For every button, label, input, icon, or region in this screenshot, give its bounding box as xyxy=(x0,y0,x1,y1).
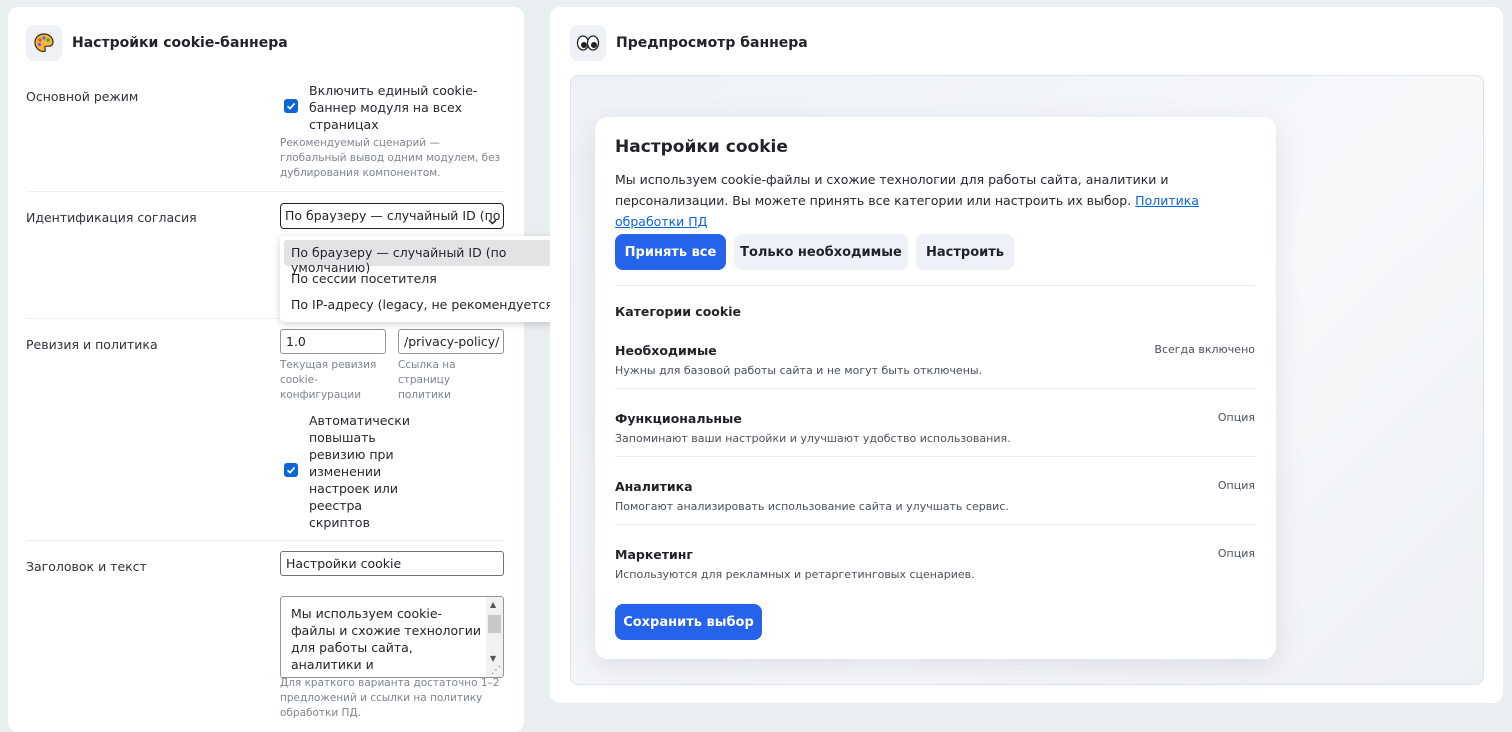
resize-handle-icon[interactable]: ⋰ xyxy=(491,665,501,676)
settings-title: Настройки cookie-баннера xyxy=(72,35,288,51)
main-mode-checkbox-label[interactable]: Включить единый cookie-баннер модуля на … xyxy=(309,82,494,133)
category-desc: Запоминают ваши настройки и улучшают удо… xyxy=(615,432,1011,445)
category-necessary: Необходимые Нужны для базовой работы сай… xyxy=(615,343,1255,403)
divider xyxy=(615,285,1255,286)
category-status[interactable]: Опция xyxy=(1218,479,1255,492)
preview-panel: Предпросмотр баннера Настройки cookie Мы… xyxy=(550,7,1503,703)
revision-label: Ревизия и политика xyxy=(26,337,158,352)
settings-panel: Настройки cookie-баннера Основной режим … xyxy=(8,7,595,732)
scroll-up-icon[interactable]: ▲ xyxy=(490,600,496,609)
configure-button[interactable]: Настроить xyxy=(916,234,1014,270)
consent-id-selected-value: По браузеру — случайный ID (по умолчанию… xyxy=(285,208,503,223)
consent-id-dropdown: По браузеру — случайный ID (по умолчанию… xyxy=(280,236,595,322)
divider xyxy=(26,540,504,541)
dropdown-option-ip[interactable]: По IP-адресу (legacy, не рекомендуется) xyxy=(284,292,591,318)
category-desc: Нужны для базовой работы сайта и не могу… xyxy=(615,364,983,377)
chevron-down-icon xyxy=(488,213,497,228)
banner-title: Настройки cookie xyxy=(615,137,788,157)
consent-id-label: Идентификация согласия xyxy=(26,210,197,225)
dropdown-option-browser[interactable]: По браузеру — случайный ID (по умолчанию… xyxy=(284,240,591,275)
revision-input[interactable]: 1.0 xyxy=(280,329,386,354)
save-choice-button[interactable]: Сохранить выбор xyxy=(615,604,762,640)
policy-url-hint: Ссылка на страницу политики xyxy=(398,359,456,401)
necessary-only-button[interactable]: Только необходимые xyxy=(734,234,908,270)
settings-header: Настройки cookie-баннера xyxy=(26,25,288,61)
policy-url-input[interactable]: /privacy-policy/ xyxy=(398,329,504,354)
category-desc: Используются для рекламных и ретаргетинг… xyxy=(615,568,975,581)
divider xyxy=(615,388,1255,389)
heading-text-hint: Для краткого варианта достаточно 1–2 пре… xyxy=(280,677,500,719)
category-status[interactable]: Опция xyxy=(1218,547,1255,560)
divider xyxy=(615,524,1255,525)
main-mode-checkbox[interactable] xyxy=(284,99,298,113)
banner-text-value: Мы используем cookie-файлы и схожие техн… xyxy=(291,606,482,677)
category-marketing: Маркетинг Используются для рекламных и р… xyxy=(615,547,1255,607)
category-name: Аналитика xyxy=(615,479,693,494)
revision-hint: Текущая ревизия cookie-конфигурации xyxy=(280,359,377,401)
main-mode-label: Основной режим xyxy=(26,89,139,104)
category-functional: Функциональные Запоминают ваши настройки… xyxy=(615,411,1255,471)
consent-id-select[interactable]: По браузеру — случайный ID (по умолчанию… xyxy=(280,203,504,229)
category-status[interactable]: Опция xyxy=(1218,411,1255,424)
banner-title-input[interactable]: Настройки cookie xyxy=(280,551,504,576)
category-analytics: Аналитика Помогают анализировать использ… xyxy=(615,479,1255,539)
palette-icon xyxy=(26,25,62,61)
preview-header: Предпросмотр баннера xyxy=(570,25,808,61)
divider xyxy=(615,456,1255,457)
cookie-banner: Настройки cookie Мы используем cookie-фа… xyxy=(595,117,1276,659)
eyes-icon xyxy=(570,25,606,61)
banner-text-textarea[interactable]: Мы используем cookie-файлы и схожие техн… xyxy=(280,596,504,678)
divider xyxy=(26,191,504,192)
category-desc: Помогают анализировать использование сай… xyxy=(615,500,1009,513)
category-name: Функциональные xyxy=(615,411,742,426)
auto-revision-checkbox[interactable] xyxy=(284,463,298,477)
auto-revision-checkbox-label[interactable]: Автоматически повышать ревизию при измен… xyxy=(309,412,410,531)
category-name: Необходимые xyxy=(615,343,717,358)
preview-title: Предпросмотр баннера xyxy=(616,35,808,51)
banner-text-content: Мы используем cookie-файлы и схожие техн… xyxy=(615,172,1169,208)
category-status: Всегда включено xyxy=(1154,343,1255,356)
main-mode-hint: Рекомендуемый сценарий — глобальный выво… xyxy=(280,137,501,179)
scroll-down-icon[interactable]: ▼ xyxy=(490,654,496,663)
category-name: Маркетинг xyxy=(615,547,693,562)
scrollbar-thumb[interactable] xyxy=(488,615,501,633)
banner-text: Мы используем cookie-файлы и схожие техн… xyxy=(615,169,1255,232)
heading-text-label: Заголовок и текст xyxy=(26,559,147,574)
textarea-scrollbar[interactable]: ▲ ▼ ⋰ xyxy=(486,597,503,677)
categories-title: Категории cookie xyxy=(615,304,741,319)
accept-all-button[interactable]: Принять все xyxy=(615,234,726,270)
